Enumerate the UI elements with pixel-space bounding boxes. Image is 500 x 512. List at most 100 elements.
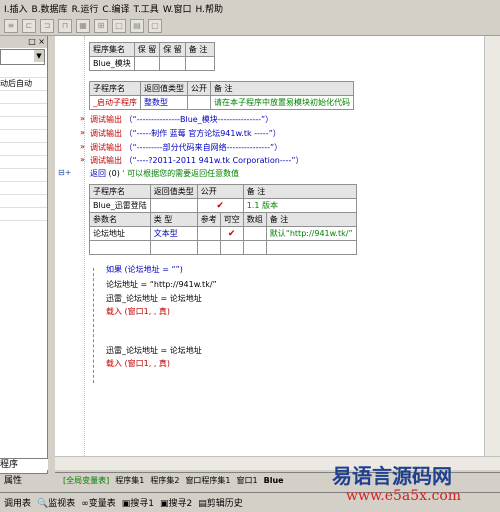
param-array-cell[interactable] — [242, 226, 267, 241]
table-cell[interactable] — [219, 240, 244, 255]
chevron-down-icon[interactable]: ▼ — [34, 50, 44, 62]
table-cell[interactable] — [159, 56, 186, 71]
sub-table-startup: 子程序名 返回值类型 公开 备 注 _启动子程序 整数型 请在本子程序中放置易模… — [89, 81, 354, 110]
code-line[interactable]: 迅雷_论坛地址 = 论坛地址 — [106, 345, 202, 356]
table-cell[interactable] — [184, 56, 215, 71]
menu-compile[interactable]: C.编译 — [102, 2, 129, 15]
indent-icon[interactable]: ≡ — [4, 19, 18, 33]
code-line[interactable]: 迅雷_论坛地址 = 论坛地址 — [106, 293, 202, 304]
table-header: 数组 — [242, 212, 267, 227]
menu-run[interactable]: R.运行 — [72, 2, 99, 15]
code-line[interactable]: 调试输出 （“----?2011-2011 941w.tk Corporatio… — [90, 155, 304, 166]
function-arg: （“---------部分代码来自网络---------------”） — [124, 143, 283, 152]
editor-gutter — [55, 36, 85, 456]
code-line[interactable]: 调试输出 （“---------部分代码来自网络---------------”… — [90, 142, 282, 153]
load-call: 载入 (窗口1, , 真) — [106, 307, 171, 316]
table-cell[interactable] — [265, 240, 357, 255]
code-line[interactable]: 载入 (窗口1, , 真) — [106, 306, 170, 317]
table-header: 备 注 — [242, 184, 357, 199]
if-statement[interactable]: 如果 (论坛地址 = “”) — [106, 264, 183, 275]
table-cell[interactable] — [242, 240, 267, 255]
align-left-icon[interactable]: ⊏ — [22, 19, 36, 33]
clipboard-icon: ▤ — [198, 499, 207, 509]
return-type-cell[interactable] — [149, 198, 198, 213]
list-item — [0, 130, 47, 143]
public-check[interactable]: ✔ — [196, 198, 244, 213]
param-remark-cell[interactable]: 默认“http://941w.tk/” — [265, 226, 357, 241]
code-line[interactable]: 调试输出 （“---------------Blue_模块-----------… — [90, 114, 273, 125]
property-tab[interactable]: 属性 — [0, 473, 48, 487]
watermark-url: www.e5a5x.com — [346, 488, 462, 504]
menu-database[interactable]: B.数据库 — [32, 2, 68, 15]
function-name: 调试输出 — [90, 115, 122, 124]
return-line[interactable]: 返回 (0) ' 可以根据您的需要返回任意数值 — [90, 168, 239, 179]
menu-window[interactable]: W.窗口 — [163, 2, 192, 15]
bottom-tab-search1[interactable]: ▣搜寻1 — [122, 496, 154, 509]
table-cell[interactable] — [196, 240, 221, 255]
code-line[interactable]: 论坛地址 = “http://941w.tk/” — [106, 279, 217, 290]
param-ref-cell[interactable] — [196, 226, 221, 241]
align-right-icon[interactable]: ⊐ — [40, 19, 54, 33]
list-item — [0, 195, 47, 208]
tab-blue[interactable]: Blue — [264, 476, 284, 485]
table-header: 公开 — [196, 184, 244, 199]
assembly-name-cell[interactable]: Blue_模块 — [89, 56, 135, 71]
tab-assembly2[interactable]: 程序集2 — [150, 475, 179, 486]
menu-insert[interactable]: I.插入 — [4, 2, 28, 15]
sub-table-login: 子程序名 返回值类型 公开 备 注 Blue_迅雷登陆 ✔ 1.1 版本 参数名… — [89, 184, 357, 255]
param-nullable-check[interactable]: ✔ — [219, 226, 244, 241]
code-line[interactable]: 载入 (窗口1, , 真) — [106, 358, 170, 369]
list-item — [0, 156, 47, 169]
list-item — [0, 143, 47, 156]
remark-cell[interactable]: 请在本子程序中放置易模块初始化代码 — [210, 95, 354, 110]
tab-window-assembly1[interactable]: 窗口程序集1 — [185, 475, 230, 486]
param-name-cell[interactable]: 论坛地址 — [89, 226, 151, 241]
remark-cell[interactable]: 1.1 版本 — [242, 198, 357, 213]
menu-bar: I.插入 B.数据库 R.运行 C.编译 T.工具 W.窗口 H.帮助 — [0, 0, 500, 17]
table-cell[interactable] — [89, 240, 151, 255]
align-center-icon[interactable]: ⊓ — [58, 19, 72, 33]
bottom-tab-label: 监视表 — [48, 499, 76, 509]
bottom-tab-search2[interactable]: ▣搜寻2 — [160, 496, 192, 509]
table-header: 保 留 — [159, 42, 186, 57]
panel-controls[interactable]: □ × — [0, 36, 47, 48]
frame-icon[interactable]: ▢ — [148, 19, 162, 33]
list-item — [0, 117, 47, 130]
return-keyword: 返回 — [90, 169, 106, 178]
box-icon[interactable]: □ — [112, 19, 126, 33]
table-header: 类 型 — [149, 212, 198, 227]
sub-name-cell[interactable]: Blue_迅雷登陆 — [89, 198, 151, 213]
table-cell[interactable] — [149, 240, 198, 255]
list-item — [0, 182, 47, 195]
code-line[interactable]: 调试输出 （“-----制作 蓝莓 官方论坛941w.tk -----”） — [90, 128, 281, 139]
list-item — [0, 169, 47, 182]
link-icon: ∞ — [81, 499, 89, 509]
return-type-cell[interactable]: 整数型 — [140, 95, 188, 110]
list-item — [0, 208, 47, 221]
bottom-tab-label: 搜寻1 — [130, 499, 155, 509]
bottom-tab-vars[interactable]: ∞变量表 — [81, 496, 116, 509]
sub-name-cell[interactable]: _启动子程序 — [89, 95, 141, 110]
table-header: 可空 — [219, 212, 244, 227]
table-cell[interactable] — [133, 56, 161, 71]
tab-window1[interactable]: 窗口1 — [237, 475, 258, 486]
bottom-tab-watch[interactable]: 🔍监视表 — [37, 496, 75, 509]
tab-global-vars[interactable]: [全局变量表] — [63, 475, 109, 486]
menu-tools[interactable]: T.工具 — [134, 2, 159, 15]
split-icon[interactable]: ⊞ — [94, 19, 108, 33]
bottom-tab-clip-history[interactable]: ▤剪辑历史 — [198, 496, 243, 509]
grid-icon[interactable]: ▦ — [76, 19, 90, 33]
expand-icon[interactable]: ⊟+ — [58, 168, 71, 177]
param-type-cell[interactable]: 文本型 — [149, 226, 198, 241]
public-cell[interactable] — [187, 95, 211, 110]
table-header: 子程序名 — [89, 81, 141, 96]
list-item[interactable]: 动后自动 — [0, 78, 47, 91]
menu-help[interactable]: H.帮助 — [196, 2, 223, 15]
property-combo[interactable]: ▼ — [0, 49, 45, 65]
page-icon[interactable]: ▤ — [130, 19, 144, 33]
vertical-scrollbar[interactable] — [484, 36, 500, 456]
watermark-title: 易语言源码网 — [332, 464, 452, 488]
arrow-icon: » — [80, 142, 85, 151]
bottom-tab-call-table[interactable]: 调用表 — [4, 496, 31, 509]
tab-assembly1[interactable]: 程序集1 — [115, 475, 144, 486]
